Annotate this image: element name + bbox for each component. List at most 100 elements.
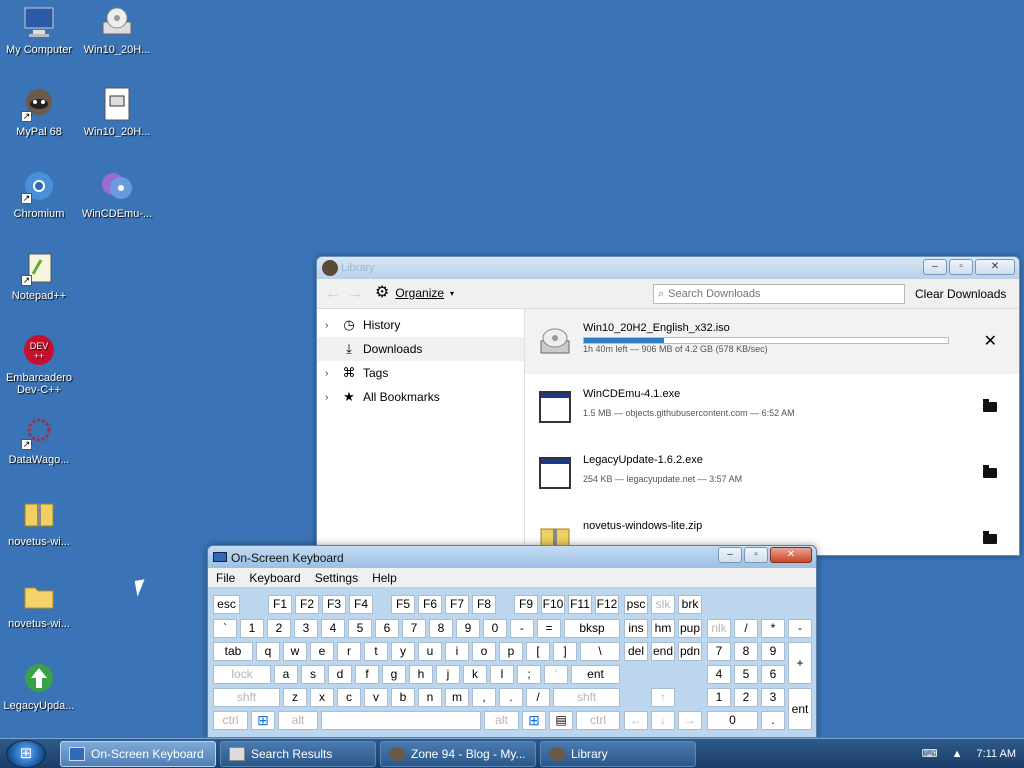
key-kp1[interactable]: 1	[707, 688, 731, 707]
menu-settings[interactable]: Settings	[315, 571, 358, 585]
key-rwin[interactable]: ⊞	[522, 711, 546, 730]
library-titlebar[interactable]: Library – ▫ ✕	[317, 257, 1019, 279]
key-nlk[interactable]: nlk	[707, 619, 731, 638]
key-t[interactable]: t	[364, 642, 388, 661]
key-hm[interactable]: hm	[651, 619, 675, 638]
key-up[interactable]: ↑	[651, 688, 675, 707]
close-button[interactable]: ✕	[770, 547, 812, 563]
organize-button[interactable]: ⚙ Organize ▾	[375, 285, 454, 301]
desktop-icon-chromium[interactable]: ↗ Chromium	[0, 168, 78, 220]
key-n[interactable]: n	[418, 688, 442, 707]
key-menu[interactable]: ▤	[549, 711, 573, 730]
taskbar-button-zone94[interactable]: Zone 94 - Blog - My...	[380, 741, 536, 767]
menu-keyboard[interactable]: Keyboard	[249, 571, 300, 585]
desktop-icon-devcpp[interactable]: DEV ++ Embarcadero Dev-C++	[0, 332, 78, 396]
key-grave[interactable]: `	[213, 619, 237, 638]
key-f7[interactable]: F7	[445, 595, 469, 614]
key-lctrl[interactable]: ctrl	[213, 711, 248, 730]
key-pup[interactable]: pup	[678, 619, 702, 638]
download-item[interactable]: Win10_20H2_English_x32.iso 1h 40m left —…	[525, 309, 1019, 375]
desktop-icon-win10-doc[interactable]: Win10_20H...	[78, 86, 156, 138]
key-y[interactable]: y	[391, 642, 415, 661]
clear-downloads-button[interactable]: Clear Downloads	[915, 287, 1006, 301]
key-comma[interactable]: ,	[472, 688, 496, 707]
key-q[interactable]: q	[256, 642, 280, 661]
key-e[interactable]: e	[310, 642, 334, 661]
keyboard-tray-icon[interactable]: ⌨	[922, 747, 938, 760]
download-item[interactable]: WinCDEmu-4.1.exe 1.5 MB — objects.github…	[525, 375, 1019, 441]
taskbar-button-search-results[interactable]: Search Results	[220, 741, 376, 767]
key-bksp[interactable]: bksp	[564, 619, 620, 638]
desktop-icon-my-computer[interactable]: My Computer	[0, 4, 78, 56]
key-end[interactable]: end	[651, 642, 675, 661]
key-kp7[interactable]: 7	[707, 642, 731, 661]
key-pdn[interactable]: pdn	[678, 642, 702, 661]
key-n7[interactable]: 7	[402, 619, 426, 638]
key-lock[interactable]: lock	[213, 665, 271, 684]
start-button[interactable]: ⊞	[6, 740, 46, 768]
key-a[interactable]: a	[274, 665, 298, 684]
key-i[interactable]: i	[445, 642, 469, 661]
desktop-icon-win10-iso[interactable]: Win10_20H...	[78, 4, 156, 56]
key-kp6[interactable]: 6	[761, 665, 785, 684]
key-win[interactable]: ⊞	[251, 711, 275, 730]
chevron-right-icon[interactable]: ›	[325, 368, 335, 379]
key-esc[interactable]: esc	[213, 595, 240, 614]
key-right[interactable]: →	[678, 711, 702, 730]
key-f4[interactable]: F4	[349, 595, 373, 614]
key-n4[interactable]: 4	[321, 619, 345, 638]
key-n2[interactable]: 2	[267, 619, 291, 638]
key-bslash[interactable]: \	[580, 642, 620, 661]
forward-arrow-icon[interactable]: →	[347, 285, 363, 303]
key-kp0[interactable]: 0	[707, 711, 758, 730]
taskbar-button-osk[interactable]: On-Screen Keyboard	[60, 741, 216, 767]
key-v[interactable]: v	[364, 688, 388, 707]
folder-icon[interactable]	[983, 465, 997, 481]
key-tab[interactable]: tab	[213, 642, 253, 661]
desktop-icon-mypal[interactable]: ↗ MyPal 68	[0, 86, 78, 138]
key-p[interactable]: p	[499, 642, 523, 661]
search-input[interactable]	[668, 288, 889, 300]
key-kp3[interactable]: 3	[761, 688, 785, 707]
key-h[interactable]: h	[409, 665, 433, 684]
key-brk[interactable]: brk	[678, 595, 702, 614]
search-downloads-box[interactable]: ⌕	[653, 284, 905, 304]
sidebar-item-tags[interactable]: › ⌘ Tags	[317, 361, 524, 385]
key-kpsub[interactable]: -	[788, 619, 812, 638]
key-ent[interactable]: ent	[571, 665, 620, 684]
key-n5[interactable]: 5	[348, 619, 372, 638]
back-arrow-icon[interactable]: ←	[325, 285, 341, 303]
desktop-icon-novetus-folder[interactable]: novetus-wi...	[0, 578, 78, 630]
key-space[interactable]	[321, 711, 481, 730]
key-j[interactable]: j	[436, 665, 460, 684]
key-z[interactable]: z	[283, 688, 307, 707]
key-ins[interactable]: ins	[624, 619, 648, 638]
key-kp4[interactable]: 4	[707, 665, 731, 684]
key-c[interactable]: c	[337, 688, 361, 707]
menu-help[interactable]: Help	[372, 571, 397, 585]
desktop-icon-legacy-update[interactable]: LegacyUpda...	[0, 660, 78, 712]
show-hidden-icons-icon[interactable]: ▲	[952, 748, 963, 760]
key-l[interactable]: l	[490, 665, 514, 684]
maximize-button[interactable]: ▫	[744, 547, 768, 563]
desktop-icon-notepadpp[interactable]: ↗ Notepad++	[0, 250, 78, 302]
sidebar-item-all-bookmarks[interactable]: › ★ All Bookmarks	[317, 385, 524, 409]
desktop-icon-datawagon[interactable]: ↗ DataWago...	[0, 414, 78, 466]
key-kp9[interactable]: 9	[761, 642, 785, 661]
key-f8[interactable]: F8	[472, 595, 496, 614]
key-ralt[interactable]: alt	[484, 711, 519, 730]
clock[interactable]: 7:11 AM	[976, 748, 1016, 760]
key-n1[interactable]: 1	[240, 619, 264, 638]
key-kp2[interactable]: 2	[734, 688, 758, 707]
folder-icon[interactable]	[983, 399, 997, 415]
key-s[interactable]: s	[301, 665, 325, 684]
key-down[interactable]: ↓	[651, 711, 675, 730]
key-kp5[interactable]: 5	[734, 665, 758, 684]
folder-icon[interactable]	[983, 531, 997, 547]
key-lalt[interactable]: alt	[278, 711, 318, 730]
key-f6[interactable]: F6	[418, 595, 442, 614]
key-x[interactable]: x	[310, 688, 334, 707]
key-d[interactable]: d	[328, 665, 352, 684]
osk-titlebar[interactable]: On-Screen Keyboard – ▫ ✕	[208, 546, 816, 568]
key-left[interactable]: ←	[624, 711, 648, 730]
